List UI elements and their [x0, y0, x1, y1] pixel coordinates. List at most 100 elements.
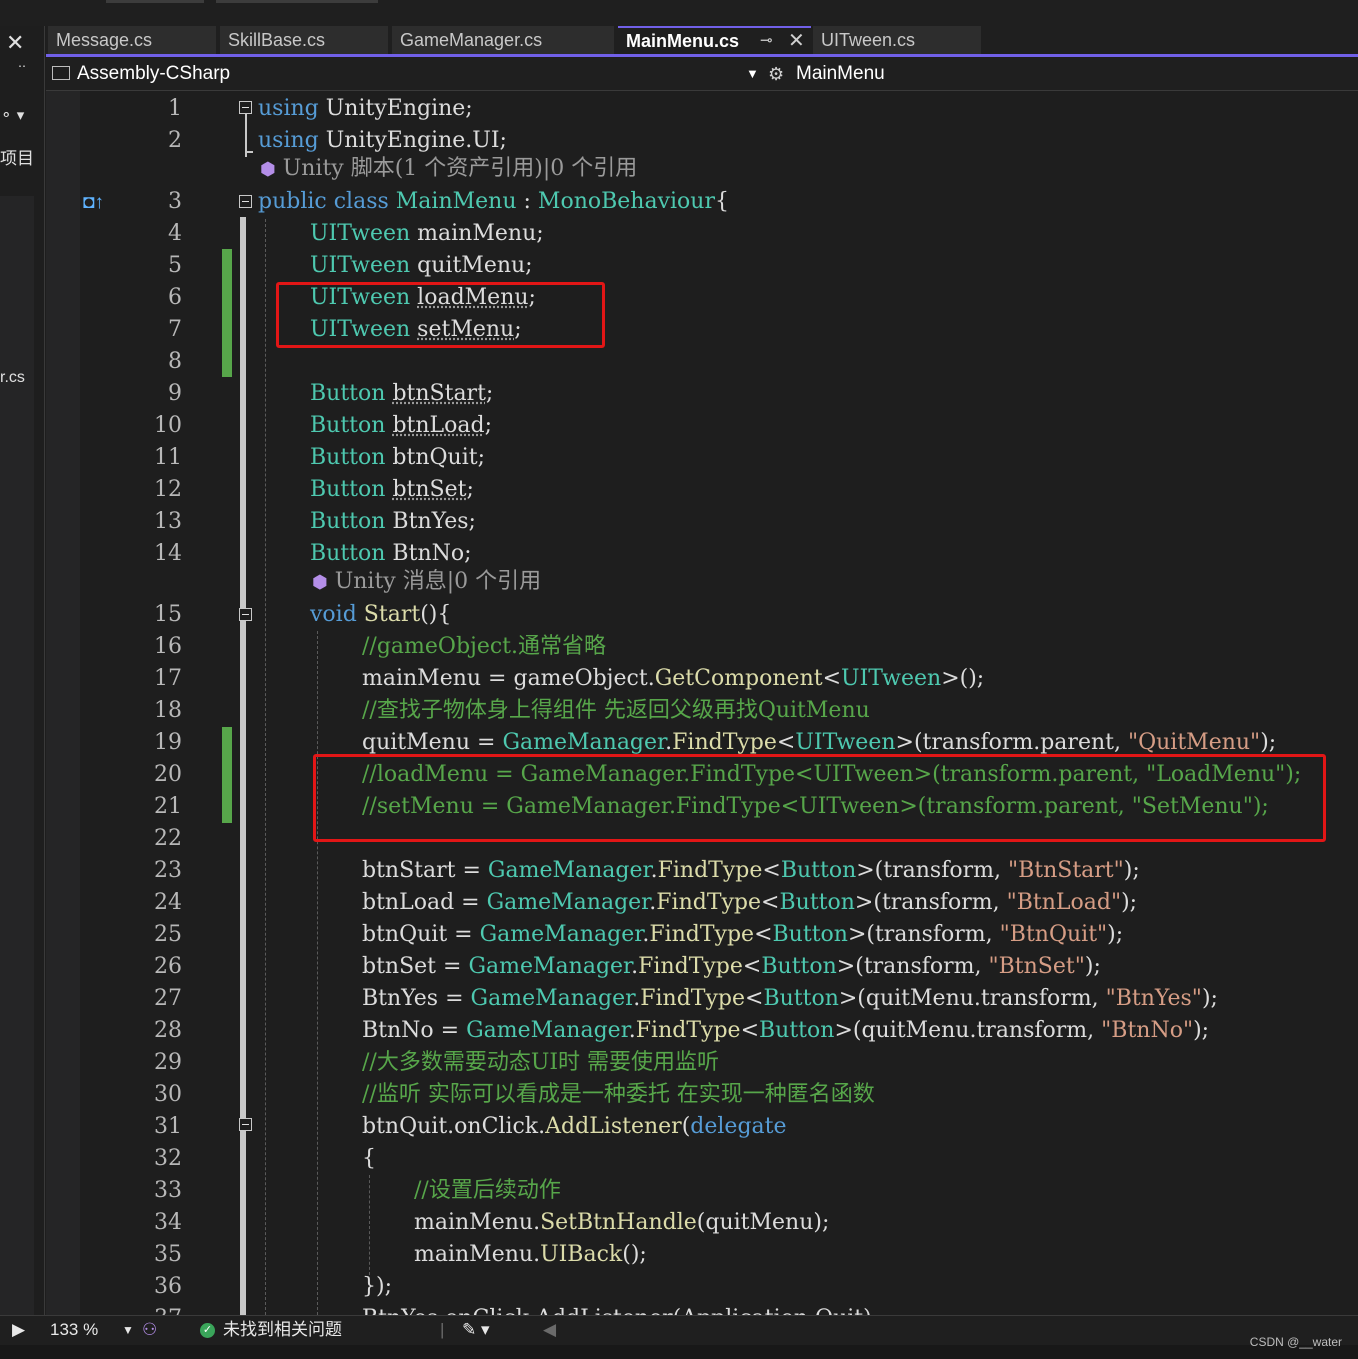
code-text[interactable]: mainMenu = gameObject.GetComponent<UITwe…: [362, 663, 984, 695]
code-text[interactable]: Button BtnYes;: [310, 506, 476, 538]
close-tab-icon[interactable]: ✕: [788, 28, 805, 54]
code-comment[interactable]: //监听 实际可以看成是一种委托 在实现一种匿名函数: [362, 1079, 875, 1111]
side-file-item[interactable]: r.cs: [0, 369, 25, 387]
codelens-text[interactable]: ⬢ Unity 脚本(1 个资产引用)|0 个引用: [260, 153, 637, 186]
code-text[interactable]: {: [362, 1143, 376, 1175]
code-line: 26 btnSet = GameManager.FindType<Button>(…: [46, 951, 1358, 983]
class-icon: ⚙: [768, 64, 785, 84]
panel-dropdown-icon[interactable]: ⚬ ▾: [0, 106, 24, 124]
code-text[interactable]: btnQuit.onClick.AddListener(delegate: [362, 1111, 787, 1143]
line-number: 34: [154, 1210, 182, 1235]
line-number: 19: [154, 730, 182, 755]
tab-message[interactable]: Message.cs: [48, 26, 216, 54]
code-line: 9 Button btnStart;: [46, 378, 1358, 410]
line-number: 16: [154, 634, 182, 659]
code-text[interactable]: UITween mainMenu;: [310, 218, 544, 250]
expand-arrow-icon[interactable]: ▶: [12, 1316, 25, 1344]
tab-gamemanager[interactable]: GameManager.cs: [392, 26, 614, 54]
document-tabs: Message.cs SkillBase.cs GameManager.cs M…: [46, 26, 1358, 56]
code-text[interactable]: void Start(){: [310, 599, 451, 631]
unity-cube-icon: ⬢: [260, 159, 276, 180]
top-strip-segment: [106, 0, 204, 3]
zoom-level[interactable]: 133 %: [50, 1316, 98, 1344]
code-comment[interactable]: //gameObject.通常省略: [362, 631, 606, 663]
tab-skillbase[interactable]: SkillBase.cs: [220, 26, 388, 54]
zoom-dropdown-icon[interactable]: ▼: [122, 1316, 134, 1344]
code-line: 10 Button btnLoad;: [46, 410, 1358, 442]
code-text[interactable]: BtnYes = GameManager.FindType<Button>(qu…: [362, 983, 1218, 1015]
code-editor[interactable]: ◘↑ 1 using UnityEngine; 2 using UnityEngin…: [46, 91, 1358, 1315]
line-number: 3: [168, 189, 182, 214]
code-text[interactable]: btnLoad = GameManager.FindType<Button>(t…: [362, 887, 1137, 919]
code-line: 29 //大多数需要动态UI时 需要使用监听: [46, 1047, 1358, 1079]
code-text[interactable]: BtnYes.onClick.AddListener(Application.Q…: [362, 1303, 879, 1315]
code-text[interactable]: Button btnStart;: [310, 378, 493, 410]
line-number: 21: [154, 794, 182, 819]
code-line: 15 void Start(){: [46, 599, 1358, 631]
code-text[interactable]: UITween quitMenu;: [310, 250, 533, 282]
code-text[interactable]: mainMenu.UIBack();: [414, 1239, 647, 1271]
line-number: 8: [168, 349, 182, 374]
line-number: 25: [154, 922, 182, 947]
active-tab-underline: [46, 54, 1358, 57]
intellicode-icon[interactable]: ⚇: [142, 1316, 157, 1344]
code-text[interactable]: mainMenu.SetBtnHandle(quitMenu);: [414, 1207, 829, 1239]
codelens-hint: ⬢ Unity 消息|0 个引用: [46, 566, 1358, 598]
line-number: 29: [154, 1050, 182, 1075]
status-bar: ▶ 133 % ▼ ⚇ ✓ 未找到相关问题 | ✎ ▾ ◀: [0, 1315, 1358, 1346]
code-line: 23 btnStart = GameManager.FindType<Button…: [46, 855, 1358, 887]
line-number: 1: [168, 96, 182, 121]
code-line: 24 btnLoad = GameManager.FindType<Button>…: [46, 887, 1358, 919]
code-text[interactable]: Button btnQuit;: [310, 442, 485, 474]
codelens-text[interactable]: ⬢ Unity 消息|0 个引用: [312, 566, 541, 599]
check-icon: ✓: [200, 1323, 215, 1339]
close-icon[interactable]: ✕: [6, 30, 24, 56]
issues-indicator[interactable]: ✓ 未找到相关问题: [200, 1316, 342, 1344]
line-number: 7: [168, 317, 182, 342]
more-icon[interactable]: ‥: [18, 56, 26, 70]
line-number: 28: [154, 1018, 182, 1043]
code-line: 30 //监听 实际可以看成是一种委托 在实现一种匿名函数: [46, 1079, 1358, 1111]
brush-icon[interactable]: ✎ ▾: [462, 1316, 490, 1344]
code-line: 36});: [46, 1271, 1358, 1303]
line-number: 31: [154, 1114, 182, 1139]
code-line: 1 using UnityEngine;: [46, 93, 1358, 125]
line-number: 37: [106, 1303, 182, 1315]
line-number: 17: [154, 666, 182, 691]
line-number: 4: [168, 221, 182, 246]
pin-icon[interactable]: ⊸: [760, 28, 773, 54]
tab-label: GameManager.cs: [400, 30, 543, 50]
code-text[interactable]: Button btnLoad;: [310, 410, 492, 442]
tab-mainmenu[interactable]: MainMenu.cs ⊸ ✕: [618, 26, 811, 54]
code-comment[interactable]: //查找子物体身上得组件 先返回父级再找QuitMenu: [362, 695, 870, 727]
code-text[interactable]: btnStart = GameManager.FindType<Button>(…: [362, 855, 1140, 887]
code-text[interactable]: BtnNo = GameManager.FindType<Button>(qui…: [362, 1015, 1209, 1047]
code-comment[interactable]: //大多数需要动态UI时 需要使用监听: [362, 1047, 719, 1079]
line-number: 27: [154, 986, 182, 1011]
project-label[interactable]: 项目: [0, 144, 34, 169]
code-text[interactable]: public class MainMenu : MonoBehaviour{: [258, 186, 729, 218]
code-text[interactable]: using UnityEngine;: [258, 93, 473, 125]
code-text[interactable]: btnQuit = GameManager.FindType<Button>(t…: [362, 919, 1123, 951]
unity-cube-icon: ⬢: [312, 572, 328, 593]
code-text[interactable]: btnSet = GameManager.FindType<Button>(tr…: [362, 951, 1101, 983]
code-line: 7 UITween setMenu;: [46, 314, 1358, 346]
code-line: 18 //查找子物体身上得组件 先返回父级再找QuitMenu: [46, 695, 1358, 727]
line-number: 9: [168, 381, 182, 406]
code-line: 3 public class MainMenu : MonoBehaviour{: [46, 186, 1358, 218]
code-line: 5 UITween quitMenu;: [46, 250, 1358, 282]
code-text[interactable]: });: [362, 1271, 392, 1303]
line-number: 13: [154, 509, 182, 534]
code-comment[interactable]: //设置后续动作: [414, 1175, 561, 1207]
project-icon: [52, 66, 70, 80]
code-line: 28 BtnNo = GameManager.FindType<Button>(q…: [46, 1015, 1358, 1047]
code-text[interactable]: Button btnSet;: [310, 474, 474, 506]
project-dropdown[interactable]: Assembly-CSharp ▼: [46, 58, 762, 90]
code-line: 17 mainMenu = gameObject.GetComponent<UIT…: [46, 663, 1358, 695]
code-line: 27 BtnYes = GameManager.FindType<Button>(…: [46, 983, 1358, 1015]
code-line: 35 mainMenu.UIBack();: [46, 1239, 1358, 1271]
scroll-left-icon[interactable]: ◀: [543, 1316, 556, 1344]
code-line: 31 btnQuit.onClick.AddListener(delegate: [46, 1111, 1358, 1143]
tab-uitween[interactable]: UITween.cs: [813, 26, 981, 54]
line-number: 6: [168, 285, 182, 310]
